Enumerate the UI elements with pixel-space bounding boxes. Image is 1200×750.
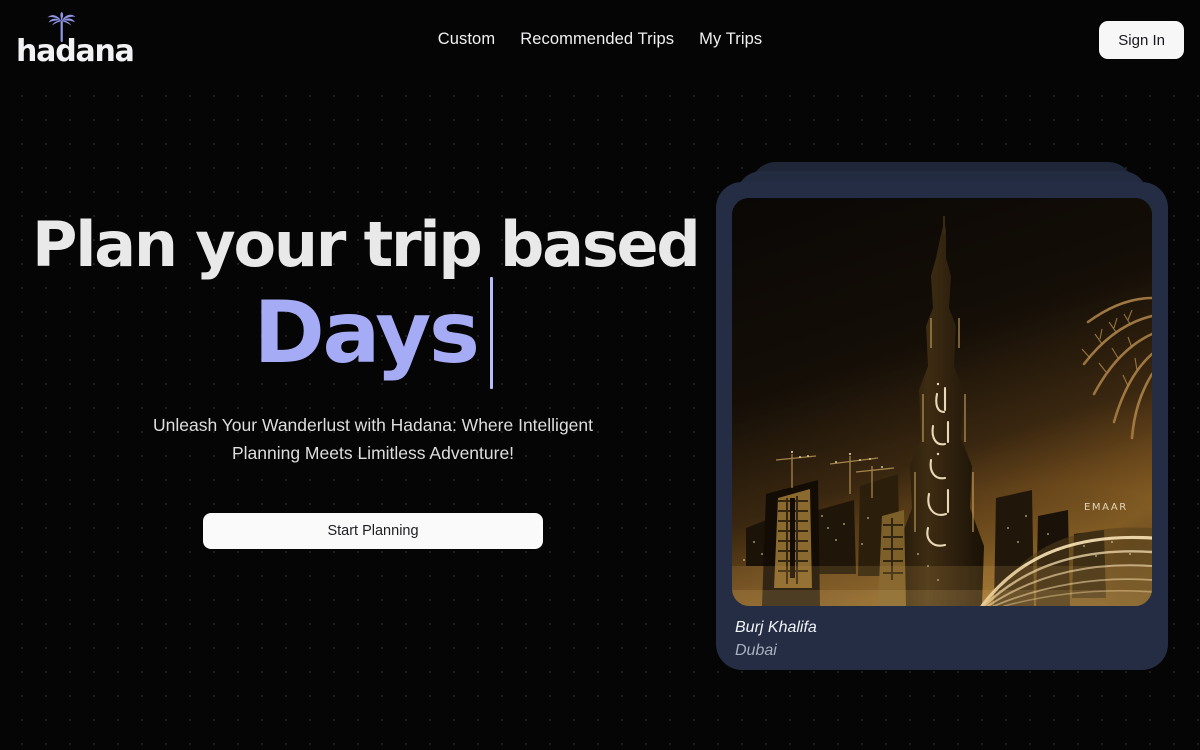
hero-headline-static: Plan your trip based on bbox=[32, 208, 802, 281]
destination-meta: Burj Khalifa Dubai bbox=[732, 616, 1152, 662]
destination-name: Burj Khalifa bbox=[735, 619, 817, 636]
start-planning-button[interactable]: Start Planning bbox=[203, 513, 543, 550]
nav-item-recommended-trips[interactable]: Recommended Trips bbox=[520, 30, 674, 49]
hero-cta-wrapper: Start Planning bbox=[0, 513, 746, 550]
hero-headline-dynamic-word: Days bbox=[253, 283, 480, 384]
burj-khalifa-night-photo: EMAAR bbox=[732, 198, 1152, 606]
destination-card-stack[interactable]: EMAAR Burj Khalifa Dubai bbox=[716, 162, 1168, 670]
hero-subtitle: Unleash Your Wanderlust with Hadana: Whe… bbox=[152, 415, 594, 464]
typing-caret bbox=[489, 277, 493, 390]
main-navigation: Custom Recommended Trips My Trips bbox=[0, 0, 1200, 78]
nav-item-custom[interactable]: Custom bbox=[438, 30, 495, 49]
landing-page: hadana Custom Recommended Trips My Trips… bbox=[0, 0, 1200, 750]
nav-item-my-trips[interactable]: My Trips bbox=[699, 30, 762, 49]
destination-location: Dubai bbox=[735, 642, 777, 660]
svg-text:EMAAR: EMAAR bbox=[1084, 502, 1128, 513]
hero-headline-dynamic-row: Days bbox=[0, 277, 746, 390]
sign-in-button[interactable]: Sign In bbox=[1099, 21, 1184, 59]
hero-section: Plan your trip based on Days Unleash You… bbox=[0, 208, 802, 550]
site-header: hadana Custom Recommended Trips My Trips… bbox=[0, 0, 1200, 78]
destination-card[interactable]: EMAAR Burj Khalifa Dubai bbox=[716, 182, 1168, 670]
